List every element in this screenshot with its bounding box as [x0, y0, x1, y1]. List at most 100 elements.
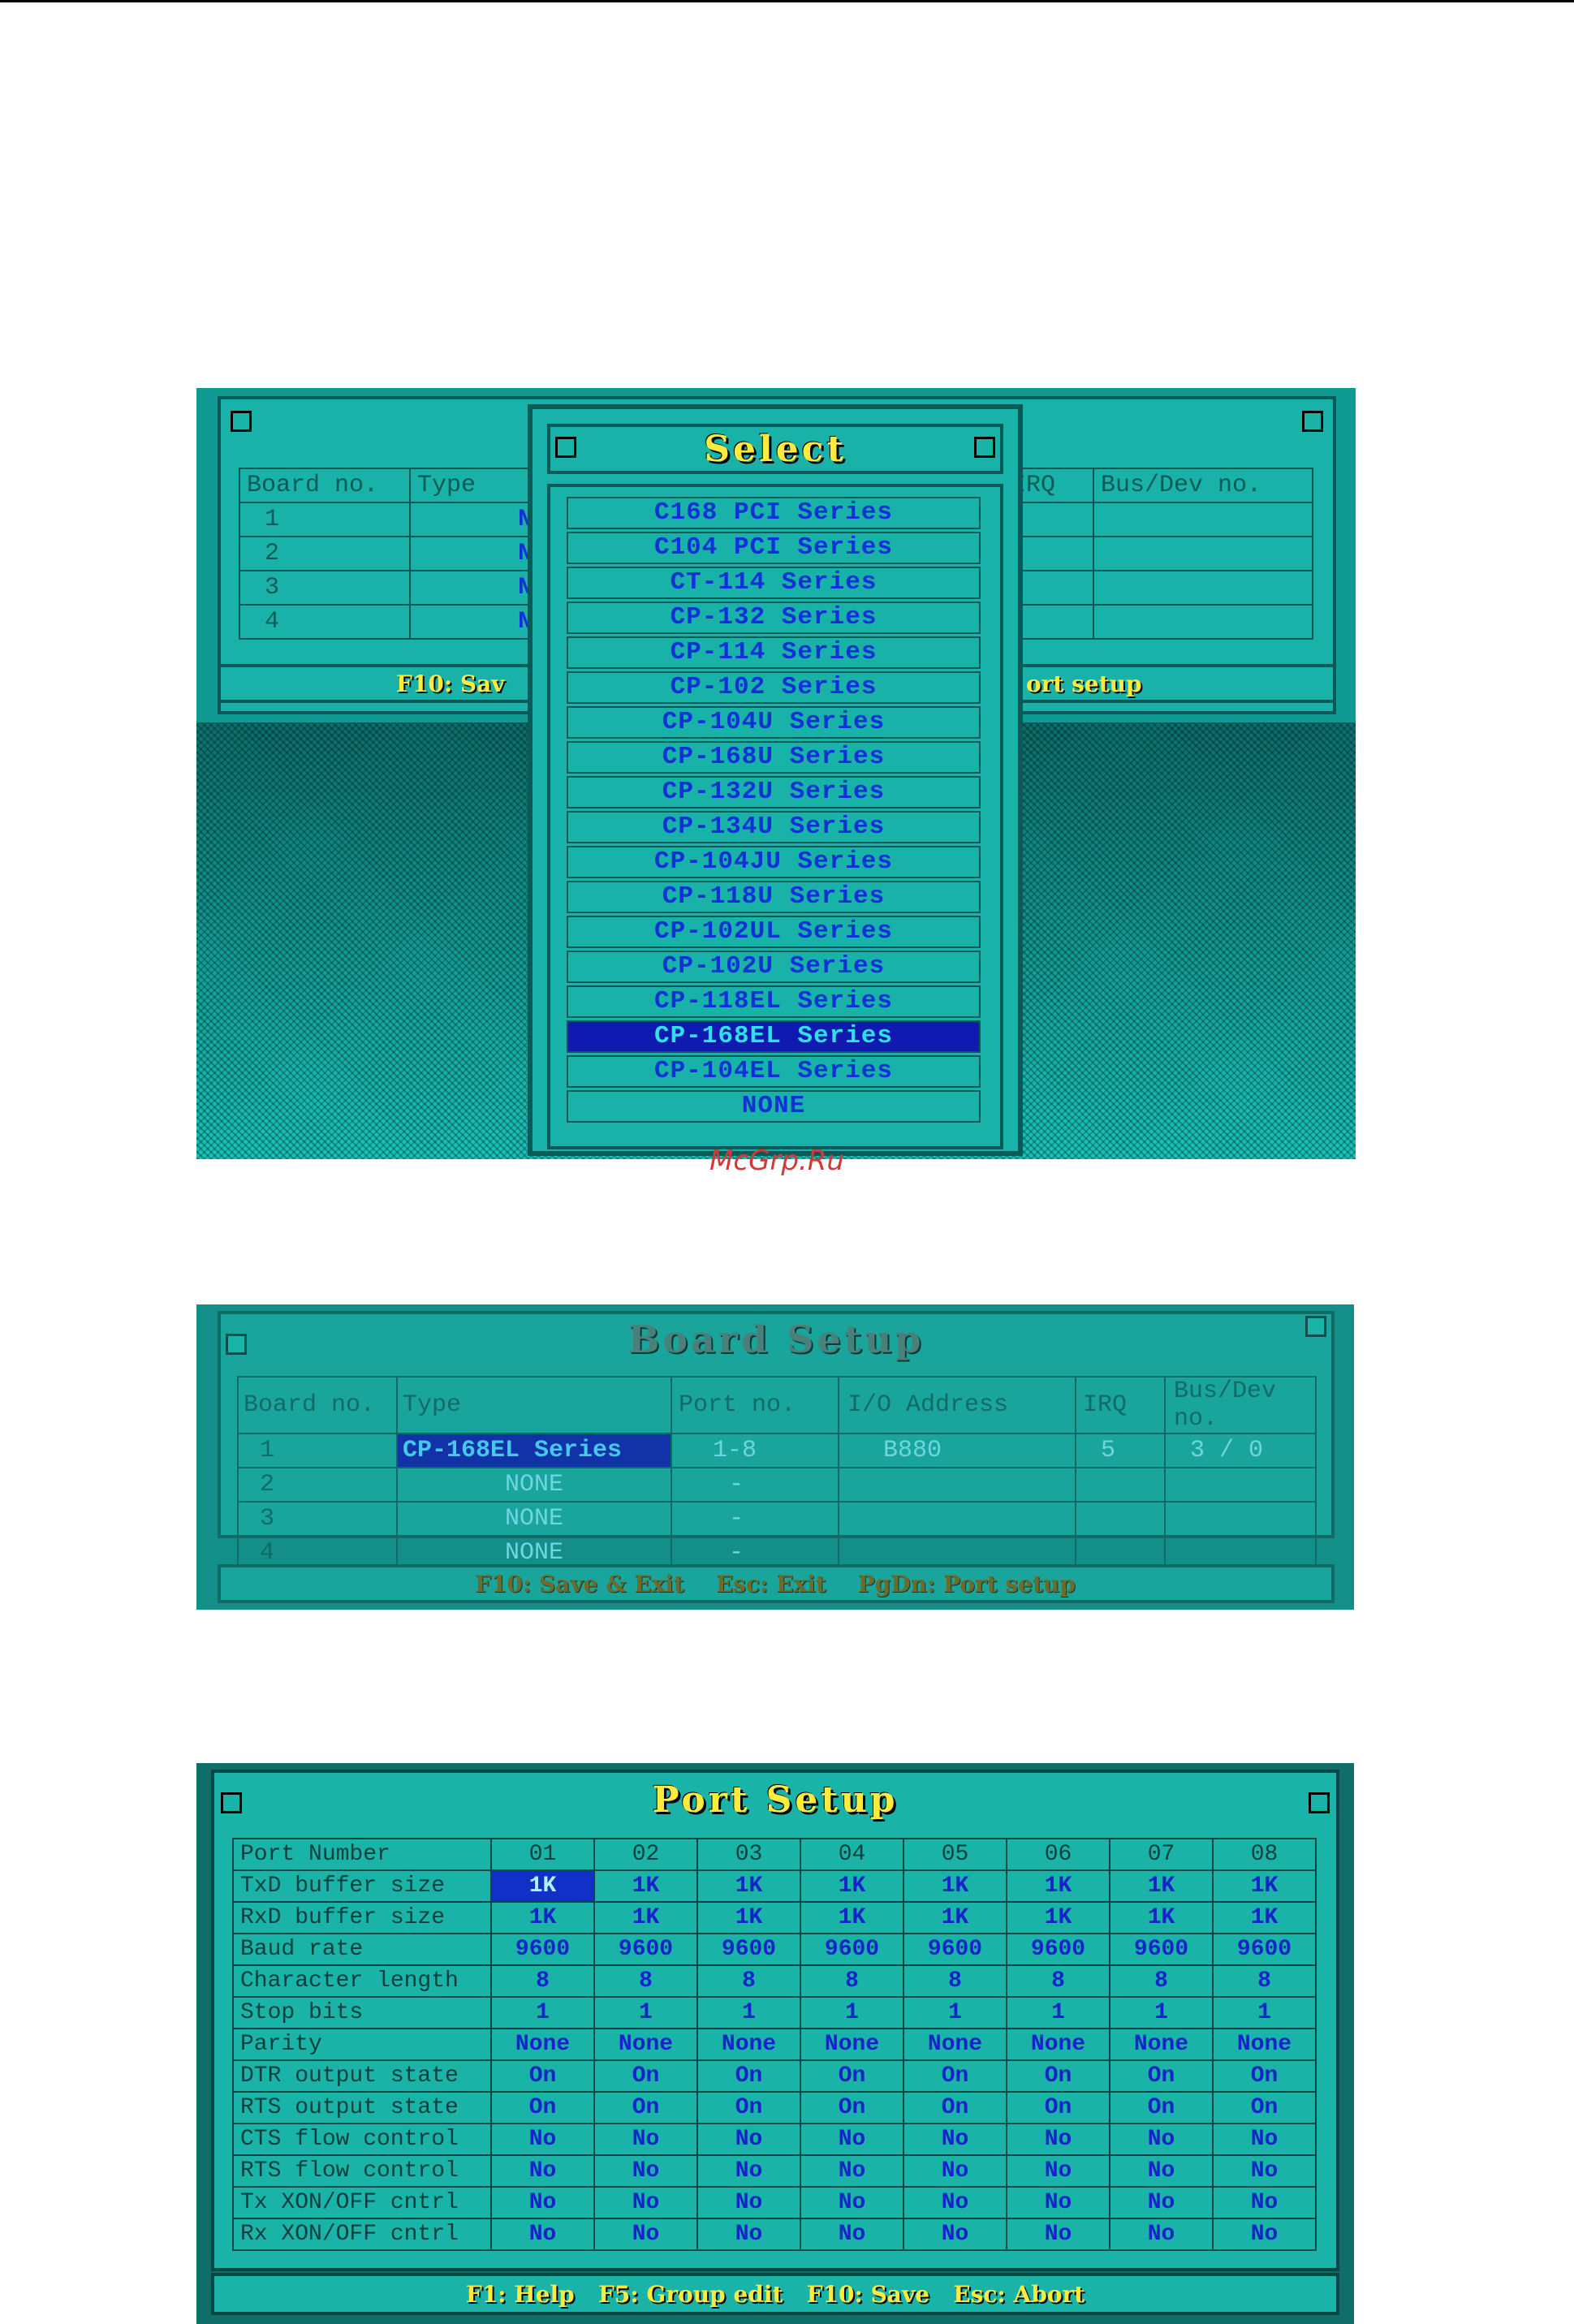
- setting-cell[interactable]: On: [1212, 2091, 1317, 2124]
- setting-cell[interactable]: None: [696, 2028, 801, 2061]
- setting-cell[interactable]: 8: [696, 1964, 801, 1998]
- irq-cell[interactable]: 5: [1075, 1433, 1166, 1468]
- setting-cell[interactable]: 1K: [1006, 1901, 1110, 1934]
- setting-cell[interactable]: On: [593, 2091, 698, 2124]
- type-cell-selected[interactable]: CP-168EL Series: [396, 1433, 672, 1468]
- setting-cell[interactable]: None: [490, 2028, 595, 2061]
- setting-cell[interactable]: No: [1006, 2186, 1110, 2219]
- setting-cell[interactable]: None: [1109, 2028, 1214, 2061]
- setting-cell[interactable]: 1: [696, 1996, 801, 2029]
- port-setup-footer-keys[interactable]: F1: Help F5: Group edit F10: Save Esc: A…: [196, 2281, 1354, 2308]
- setting-cell[interactable]: 1K: [1109, 1901, 1214, 1934]
- footer-port-setup-fragment[interactable]: ort setup: [1026, 670, 1142, 697]
- setting-cell[interactable]: On: [800, 2091, 904, 2124]
- setting-cell[interactable]: On: [1006, 2059, 1110, 2093]
- series-option-list[interactable]: C168 PCI Series C104 PCI Series CT-114 S…: [547, 484, 1003, 1149]
- setting-cell[interactable]: On: [1109, 2059, 1214, 2093]
- setting-cell[interactable]: 1K: [1212, 1869, 1317, 1903]
- setting-cell[interactable]: 8: [1109, 1964, 1214, 1998]
- setting-cell[interactable]: 1: [1212, 1996, 1317, 2029]
- series-option[interactable]: CP-168U Series: [567, 741, 981, 774]
- setting-cell[interactable]: No: [903, 2154, 1007, 2188]
- setting-cell[interactable]: 9600: [1212, 1933, 1317, 1966]
- type-cell[interactable]: NONE: [396, 1467, 672, 1503]
- type-cell[interactable]: NONE: [396, 1501, 672, 1537]
- setting-cell[interactable]: On: [696, 2059, 801, 2093]
- setting-cell[interactable]: 1K: [593, 1901, 698, 1934]
- setting-cell[interactable]: No: [1212, 2218, 1317, 2251]
- setting-cell[interactable]: No: [1006, 2218, 1110, 2251]
- setting-cell[interactable]: 8: [490, 1964, 595, 1998]
- setting-cell[interactable]: No: [1109, 2218, 1214, 2251]
- setting-cell[interactable]: 9600: [800, 1933, 904, 1966]
- setting-cell[interactable]: No: [490, 2218, 595, 2251]
- series-option[interactable]: CP-134U Series: [567, 811, 981, 843]
- setting-cell[interactable]: 1: [593, 1996, 698, 2029]
- setting-cell[interactable]: No: [593, 2154, 698, 2188]
- setting-cell[interactable]: 1: [903, 1996, 1007, 2029]
- setting-cell[interactable]: 1K: [1006, 1869, 1110, 1903]
- window-maximize-box-icon[interactable]: [1302, 411, 1323, 432]
- setting-cell[interactable]: No: [800, 2218, 904, 2251]
- setting-cell[interactable]: No: [903, 2123, 1007, 2156]
- setting-cell[interactable]: 9600: [696, 1933, 801, 1966]
- setting-cell[interactable]: 9600: [1006, 1933, 1110, 1966]
- setting-cell[interactable]: No: [490, 2186, 595, 2219]
- setting-cell[interactable]: 9600: [490, 1933, 595, 1966]
- setting-cell[interactable]: On: [800, 2059, 904, 2093]
- series-option[interactable]: CT-114 Series: [567, 567, 981, 599]
- setting-cell[interactable]: 1: [1006, 1996, 1110, 2029]
- setting-cell[interactable]: No: [593, 2123, 698, 2156]
- setting-cell[interactable]: No: [696, 2123, 801, 2156]
- setting-cell[interactable]: 1K: [903, 1869, 1007, 1903]
- setting-cell[interactable]: On: [490, 2059, 595, 2093]
- dialog-maximize-box-icon[interactable]: [974, 437, 995, 458]
- setting-cell[interactable]: 1: [1109, 1996, 1214, 2029]
- setting-cell[interactable]: No: [593, 2186, 698, 2219]
- footer-save-fragment[interactable]: F10: Sav: [396, 670, 505, 697]
- setting-cell[interactable]: No: [1109, 2154, 1214, 2188]
- setting-cell[interactable]: 1K: [1212, 1901, 1317, 1934]
- series-option[interactable]: CP-118U Series: [567, 881, 981, 913]
- setting-cell[interactable]: No: [800, 2123, 904, 2156]
- setting-cell[interactable]: On: [696, 2091, 801, 2124]
- series-option[interactable]: C168 PCI Series: [567, 497, 981, 529]
- setting-cell[interactable]: No: [1109, 2123, 1214, 2156]
- series-option[interactable]: CP-104JU Series: [567, 846, 981, 878]
- setting-cell[interactable]: On: [903, 2059, 1007, 2093]
- window-maximize-box-icon[interactable]: [1305, 1316, 1326, 1337]
- setting-cell[interactable]: No: [800, 2154, 904, 2188]
- window-maximize-box-icon[interactable]: [1309, 1792, 1330, 1813]
- setting-cell[interactable]: On: [1212, 2059, 1317, 2093]
- setting-cell[interactable]: None: [1006, 2028, 1110, 2061]
- setting-cell[interactable]: No: [490, 2154, 595, 2188]
- setting-cell[interactable]: 1K: [800, 1901, 904, 1934]
- setting-cell[interactable]: No: [696, 2218, 801, 2251]
- setting-cell[interactable]: No: [1212, 2154, 1317, 2188]
- setting-cell[interactable]: 1K: [903, 1901, 1007, 1934]
- series-option[interactable]: CP-114 Series: [567, 636, 981, 669]
- board-setup-footer-keys[interactable]: F10: Save & Exit Esc: Exit PgDn: Port se…: [196, 1571, 1354, 1597]
- setting-cell[interactable]: 1K: [1109, 1869, 1214, 1903]
- setting-cell[interactable]: On: [1006, 2091, 1110, 2124]
- setting-cell[interactable]: 1K: [593, 1869, 698, 1903]
- setting-cell[interactable]: No: [593, 2218, 698, 2251]
- setting-cell[interactable]: 9600: [1109, 1933, 1214, 1966]
- setting-cell[interactable]: No: [903, 2218, 1007, 2251]
- setting-cell[interactable]: 1: [800, 1996, 904, 2029]
- setting-cell[interactable]: 1K: [800, 1869, 904, 1903]
- setting-cell[interactable]: 9600: [593, 1933, 698, 1966]
- setting-cell[interactable]: 8: [903, 1964, 1007, 1998]
- setting-cell[interactable]: No: [1006, 2154, 1110, 2188]
- setting-cell[interactable]: No: [696, 2186, 801, 2219]
- setting-cell[interactable]: 9600: [903, 1933, 1007, 1966]
- setting-cell[interactable]: On: [593, 2059, 698, 2093]
- setting-cell[interactable]: 1: [490, 1996, 595, 2029]
- setting-cell-selected[interactable]: 1K: [490, 1869, 595, 1903]
- setting-cell[interactable]: 1K: [696, 1869, 801, 1903]
- io-address-cell[interactable]: B880: [838, 1433, 1076, 1468]
- setting-cell[interactable]: No: [490, 2123, 595, 2156]
- series-option[interactable]: CP-132 Series: [567, 601, 981, 634]
- setting-cell[interactable]: None: [800, 2028, 904, 2061]
- setting-cell[interactable]: On: [903, 2091, 1007, 2124]
